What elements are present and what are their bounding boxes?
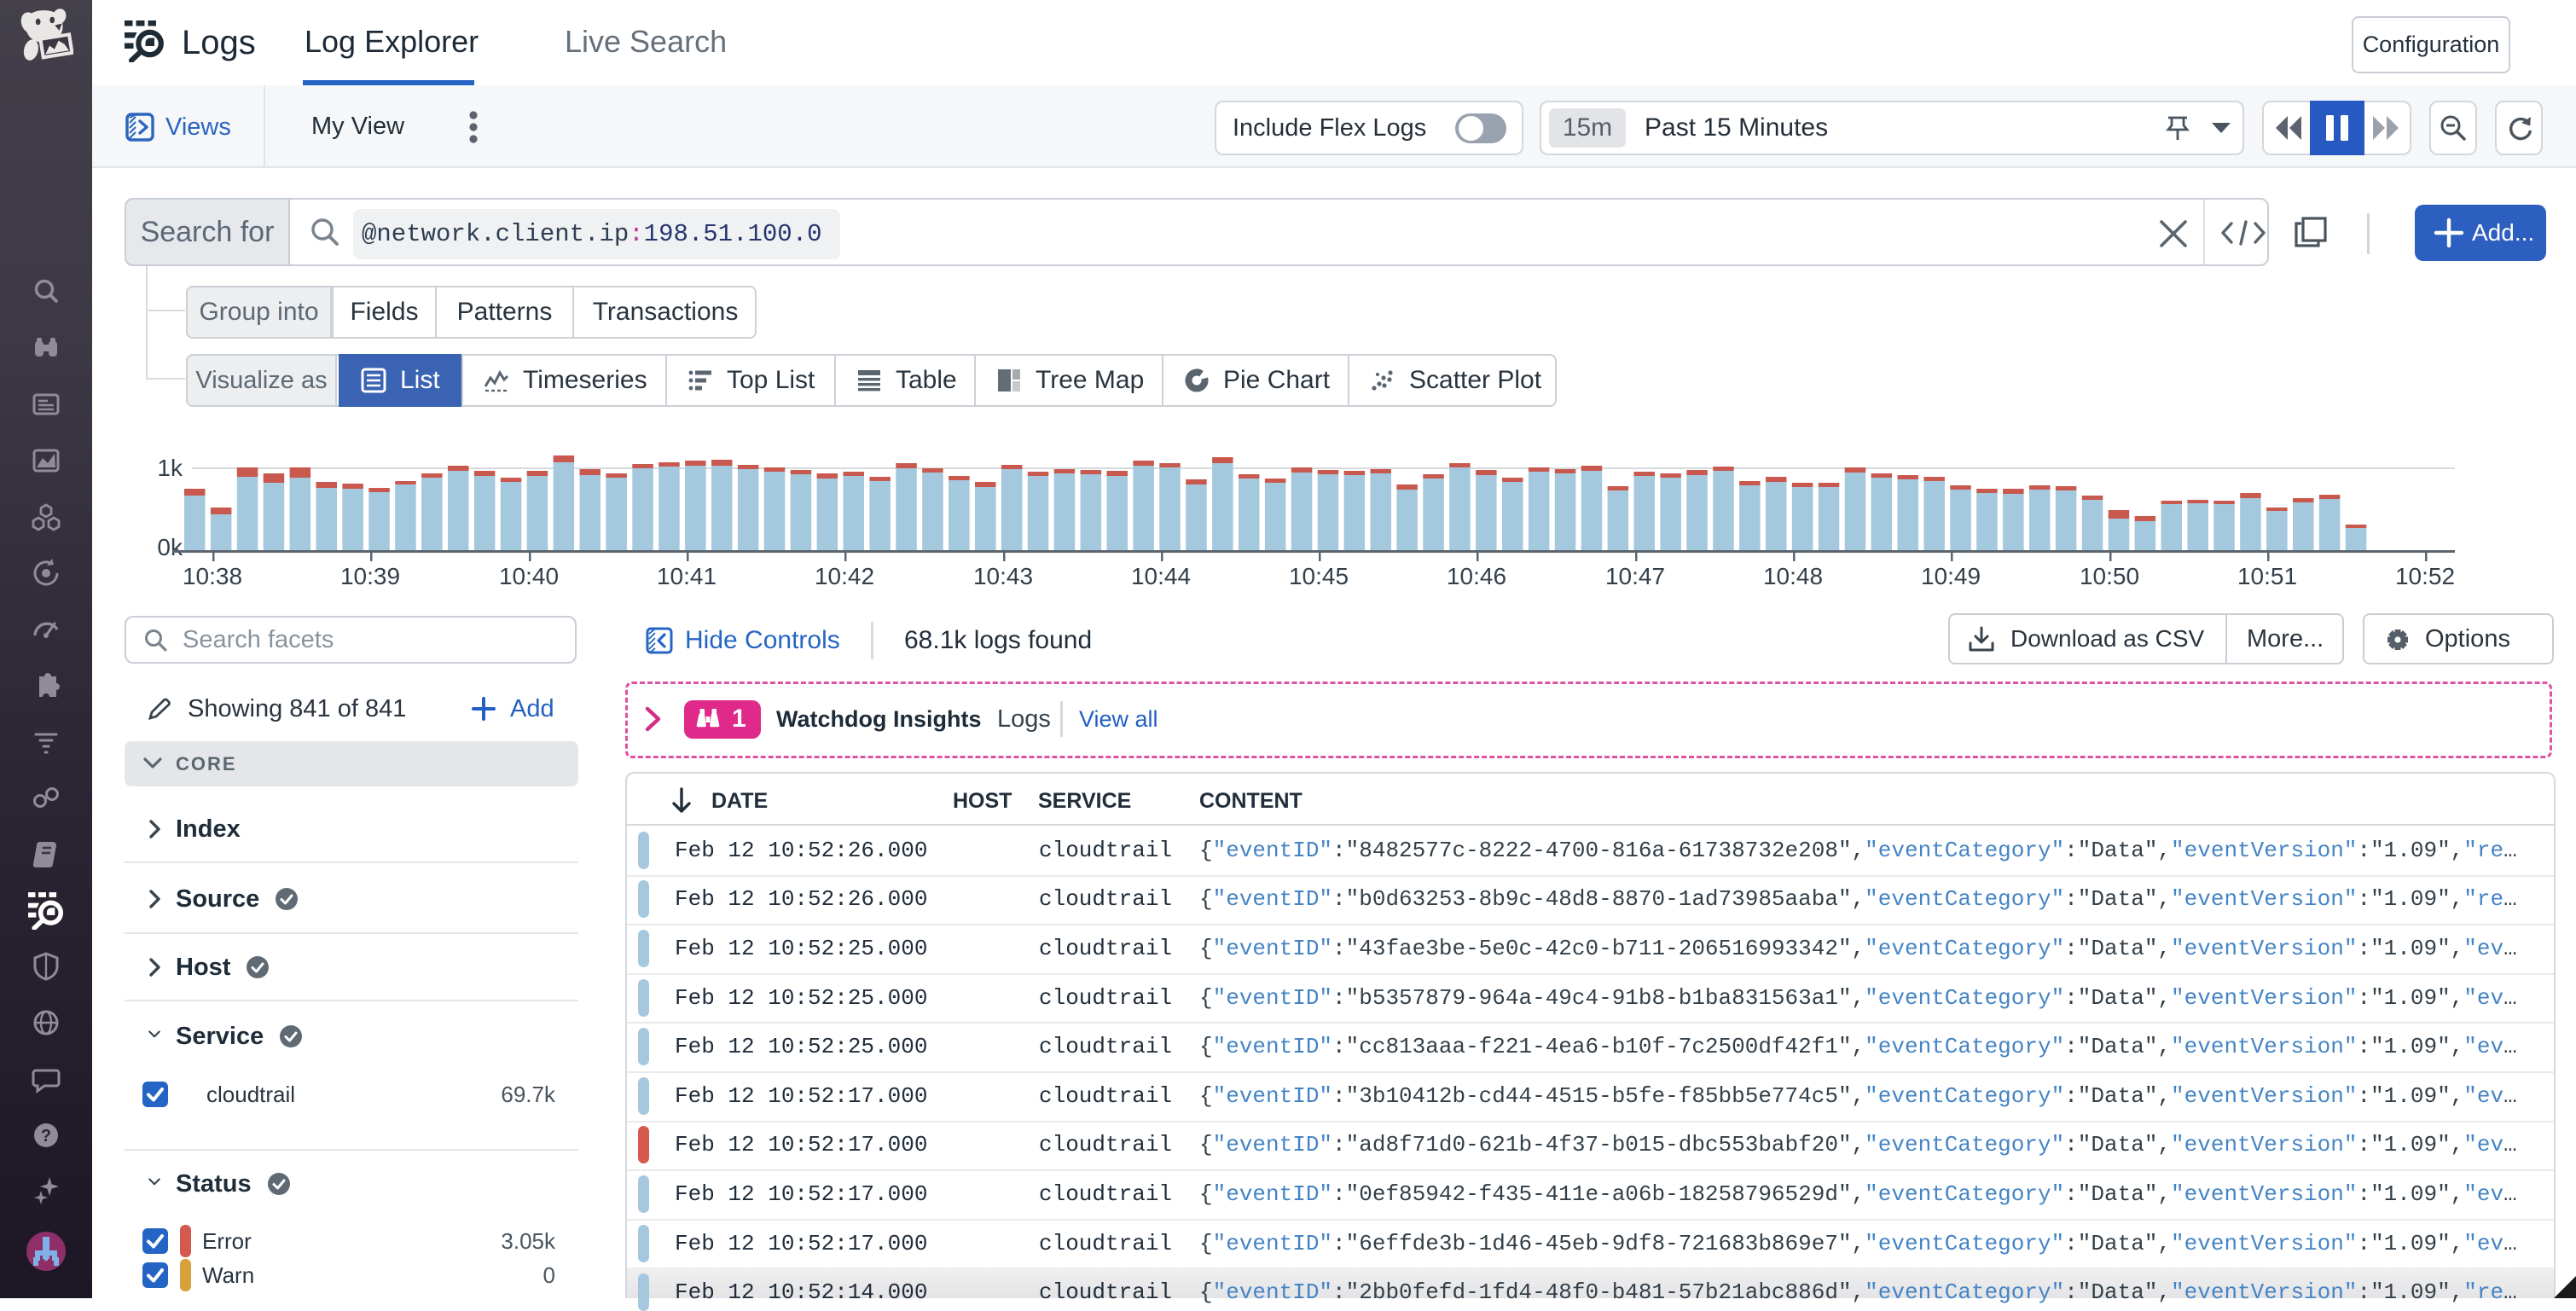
svg-text:?: ? <box>41 1127 51 1146</box>
